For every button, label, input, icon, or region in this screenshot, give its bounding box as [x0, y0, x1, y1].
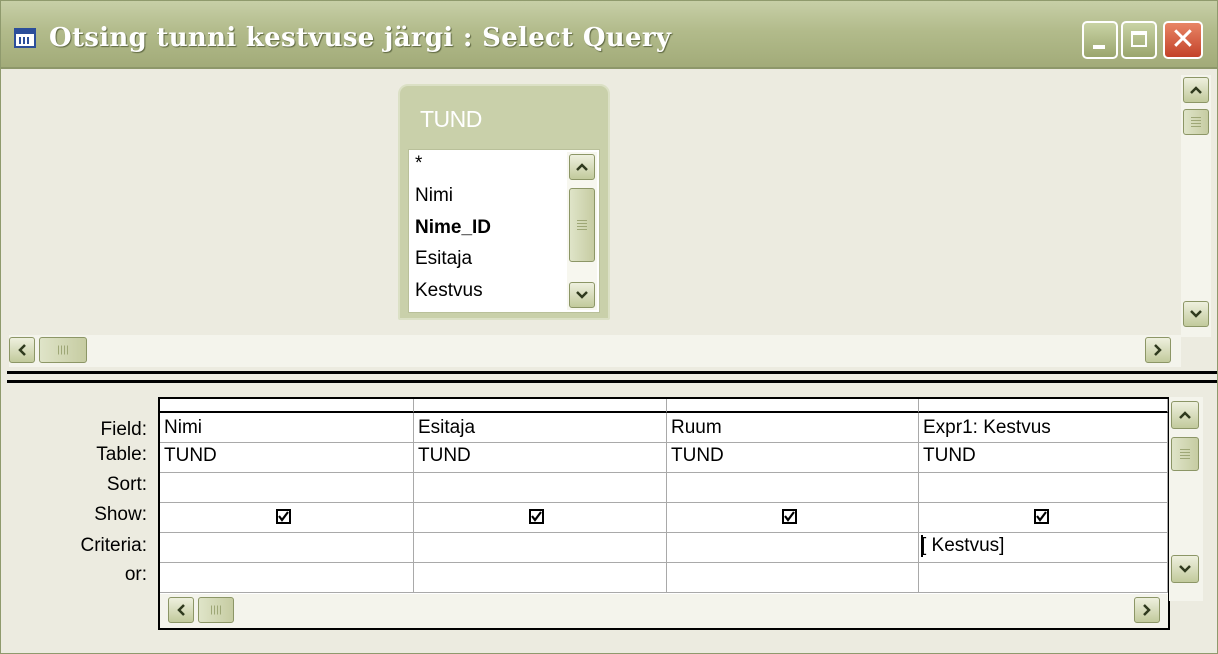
grid-or-cell[interactable] [160, 563, 414, 593]
row-label-field: Field: [100, 419, 147, 440]
table-pane: TUND * Nimi Nime_ID Esitaja Kestvus [1, 69, 1217, 371]
grid-criteria-cell[interactable] [160, 533, 414, 563]
scroll-up-button[interactable] [1171, 401, 1199, 429]
grid-table-cell[interactable]: TUND [414, 443, 667, 473]
field-item-primary-key[interactable]: Nime_ID [415, 217, 491, 239]
grid-field-cell[interactable]: Expr1: Kestvus [919, 413, 1168, 443]
column-selector[interactable] [160, 399, 414, 413]
title-bar[interactable]: Otsing tunni kestvuse järgi : Select Que… [1, 1, 1217, 69]
scroll-down-button[interactable] [1171, 555, 1199, 583]
close-button[interactable]: ✕ [1163, 21, 1203, 59]
grid-show-cell [414, 503, 667, 533]
checkmark-icon [531, 511, 542, 522]
grid-or-cell[interactable] [414, 563, 667, 593]
grid-table-cell[interactable]: TUND [919, 443, 1168, 473]
chevron-left-icon [18, 344, 26, 356]
chevron-up-icon [1179, 411, 1191, 419]
column-selector[interactable] [667, 399, 919, 413]
row-label-or: or: [124, 564, 147, 585]
minimize-button[interactable] [1082, 21, 1118, 59]
table-pane-horizontal-scrollbar[interactable] [9, 335, 1181, 367]
row-label-show: Show: [94, 504, 147, 525]
chevron-up-icon [576, 163, 588, 171]
table-field-list[interactable]: TUND * Nimi Nime_ID Esitaja Kestvus [398, 84, 610, 320]
field-item[interactable]: Kestvus [415, 280, 483, 302]
scroll-right-button[interactable] [1145, 337, 1171, 363]
pane-splitter[interactable] [7, 371, 1217, 383]
grid-horizontal-scrollbar[interactable] [160, 594, 1168, 628]
scroll-thumb[interactable] [198, 597, 234, 623]
table-pane-vertical-scrollbar[interactable] [1181, 75, 1211, 337]
chevron-down-icon [1190, 310, 1202, 318]
show-checkbox[interactable] [782, 509, 797, 524]
scroll-up-button[interactable] [569, 154, 595, 180]
row-label-criteria: Criteria: [80, 535, 147, 556]
chevron-right-icon [1154, 344, 1162, 356]
grid-field-cell[interactable]: Nimi [160, 413, 414, 443]
scroll-thumb[interactable] [569, 188, 595, 262]
column-selector[interactable] [414, 399, 667, 413]
grid-table-cell[interactable]: TUND [160, 443, 414, 473]
grid-sort-cell[interactable] [414, 473, 667, 503]
field-list-scrollbar[interactable] [567, 152, 597, 310]
scroll-right-button[interactable] [1134, 597, 1160, 623]
scroll-thumb[interactable] [1183, 109, 1209, 135]
field-item[interactable]: Nimi [415, 185, 453, 207]
field-item[interactable]: Esitaja [415, 248, 472, 270]
chevron-right-icon [1143, 604, 1151, 616]
grid-table-cell[interactable]: TUND [667, 443, 919, 473]
window-title: Otsing tunni kestvuse järgi : Select Que… [49, 23, 672, 53]
show-checkbox[interactable] [276, 509, 291, 524]
grid-field-cell[interactable]: Ruum [667, 413, 919, 443]
grid-or-cell[interactable] [667, 563, 919, 593]
scroll-left-button[interactable] [9, 337, 35, 363]
grid-or-cell[interactable] [919, 563, 1168, 593]
chevron-down-icon [576, 291, 588, 299]
grid-sort-cell[interactable] [160, 473, 414, 503]
query-window-icon[interactable] [14, 28, 36, 48]
scroll-thumb[interactable] [1171, 437, 1199, 471]
scroll-up-button[interactable] [1183, 77, 1209, 103]
grid-show-cell [160, 503, 414, 533]
scroll-left-button[interactable] [168, 597, 194, 623]
grid-show-cell [667, 503, 919, 533]
scroll-down-button[interactable] [569, 282, 595, 308]
row-label-sort: Sort: [106, 474, 147, 495]
scroll-down-button[interactable] [1183, 301, 1209, 327]
minimize-icon [1093, 45, 1105, 49]
grid-criteria-cell[interactable] [667, 533, 919, 563]
chevron-left-icon [177, 604, 185, 616]
grid-field-cell[interactable]: Esitaja [414, 413, 667, 443]
chevron-down-icon [1179, 565, 1191, 573]
close-icon: ✕ [1170, 22, 1196, 57]
grid-criteria-cell[interactable] [414, 533, 667, 563]
checkmark-icon [1036, 511, 1047, 522]
grid-vertical-scrollbar[interactable] [1169, 397, 1203, 601]
scroll-thumb[interactable] [39, 337, 87, 363]
grid-sort-cell[interactable] [919, 473, 1168, 503]
maximize-button[interactable] [1121, 21, 1157, 59]
field-list-box: * Nimi Nime_ID Esitaja Kestvus [408, 149, 600, 313]
grid-criteria-cell[interactable]: [ Kestvus] [919, 533, 1168, 563]
grid-show-cell [919, 503, 1168, 533]
table-title: TUND [420, 106, 482, 132]
checkmark-icon [784, 511, 795, 522]
query-window: Otsing tunni kestvuse järgi : Select Que… [0, 0, 1218, 654]
show-checkbox[interactable] [1034, 509, 1049, 524]
column-selector[interactable] [919, 399, 1168, 413]
chevron-up-icon [1190, 86, 1202, 94]
grid-sort-cell[interactable] [667, 473, 919, 503]
text-caret [921, 535, 923, 557]
field-item[interactable]: * [415, 153, 422, 175]
row-label-table: Table: [96, 444, 147, 465]
show-checkbox[interactable] [529, 509, 544, 524]
maximize-icon [1131, 31, 1147, 47]
checkmark-icon [278, 511, 289, 522]
